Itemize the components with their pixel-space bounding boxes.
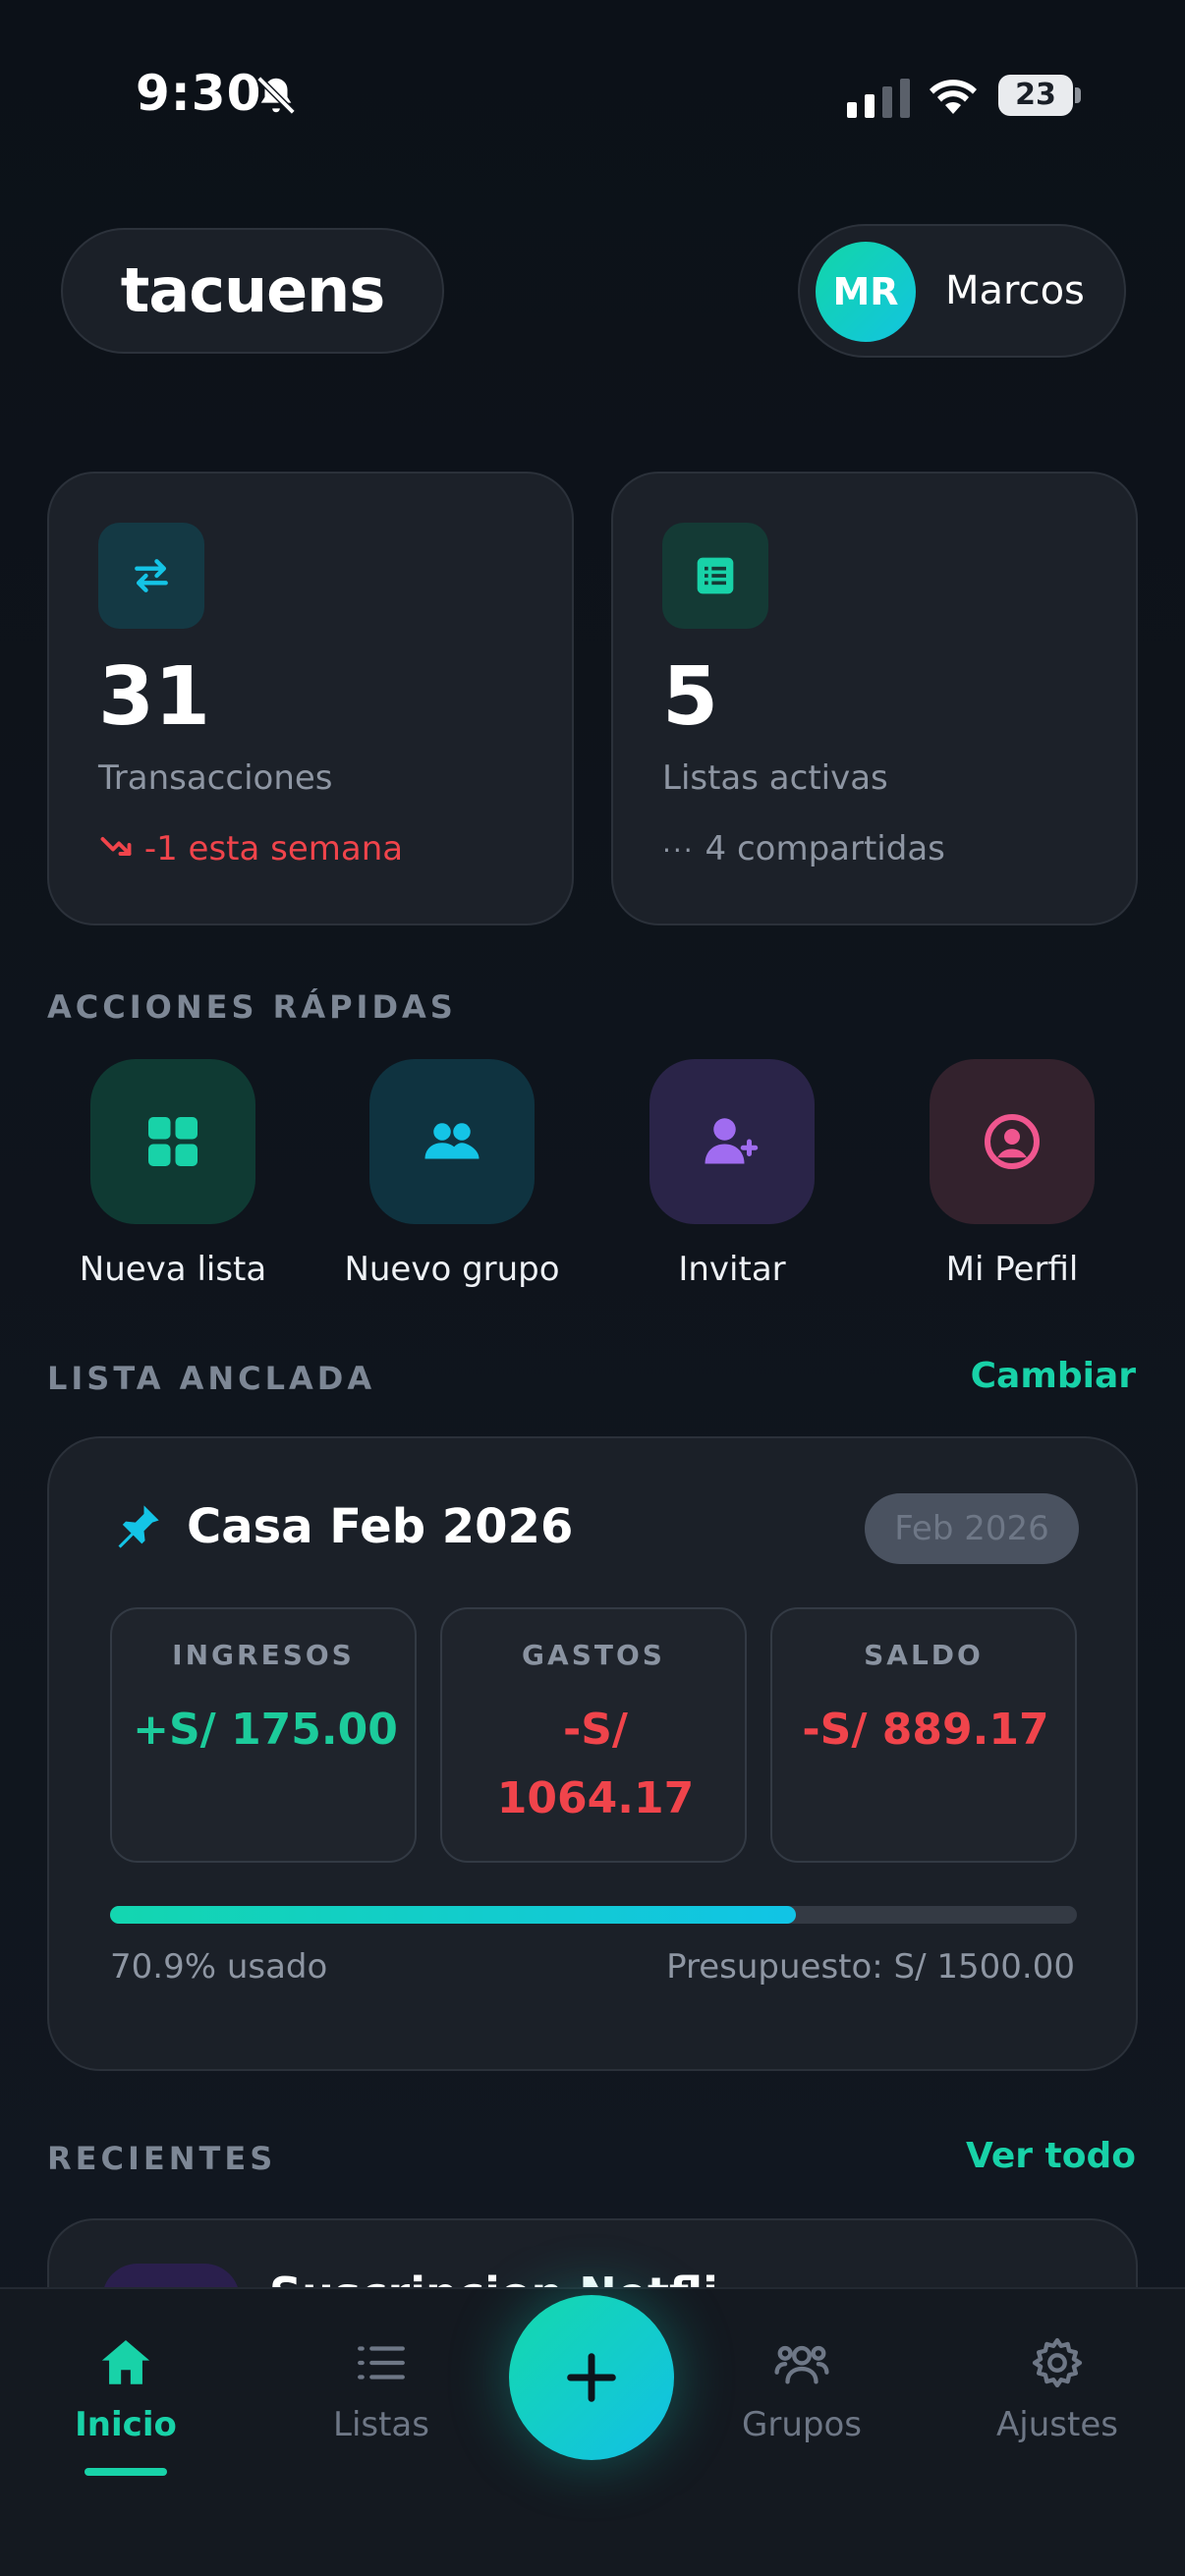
pinned-list-card[interactable]: Casa Feb 2026 Feb 2026 INGRESOS +S/ 175.… [47,1436,1138,2071]
nav-settings-label: Ajustes [996,2405,1118,2444]
recent-title: RECIENTES [47,2140,277,2177]
expenses-box: GASTOS -S/ 1064.17 [440,1607,747,1863]
list-lines-icon [358,2346,405,2380]
transactions-count: 31 [98,650,211,744]
budget-total-text: Presupuesto: S/ 1500.00 [666,1947,1075,1987]
more-dots-icon: ··· [662,834,695,867]
pin-icon [118,1505,159,1548]
group-icon [424,1123,480,1159]
new-list-button[interactable]: Nueva lista [45,1059,301,1305]
nav-lists-label: Listas [333,2405,429,2444]
transactions-card[interactable]: 31 Transacciones -1 esta semana [47,472,574,925]
user-plus-icon [705,1118,759,1164]
trend-down-icon [100,837,132,856]
grid-icon [148,1117,198,1166]
expenses-value-currency: -S/ [562,1705,629,1755]
home-icon [101,2340,150,2384]
expenses-value-amount: 1064.17 [496,1773,695,1823]
my-profile-label: Mi Perfil [945,1250,1079,1289]
see-all-link[interactable]: Ver todo [966,2136,1136,2176]
my-profile-button[interactable]: Mi Perfil [884,1059,1140,1305]
invite-tile [649,1059,815,1224]
balance-value: -S/ 889.17 [802,1705,1049,1755]
budget-progress-fill [110,1906,796,1924]
new-list-tile [90,1059,255,1224]
list-icon [697,557,734,594]
gear-icon [1032,2337,1083,2388]
new-group-label: Nuevo grupo [344,1250,560,1289]
nav-settings[interactable]: Ajustes [959,2334,1156,2444]
nav-active-indicator [85,2468,167,2476]
nav-lists[interactable]: Listas [283,2334,480,2444]
invite-label: Invitar [678,1250,786,1289]
quick-actions-title: ACCIONES RÁPIDAS [47,988,457,1026]
change-pinned-link[interactable]: Cambiar [971,1356,1136,1396]
transactions-change-text: -1 esta semana [143,829,404,868]
month-badge: Feb 2026 [865,1493,1079,1564]
logo-text: tacuens [120,254,385,326]
transfer-icon-tile [98,523,204,629]
status-time: 9:30 [136,65,262,122]
active-lists-count: 5 [662,650,719,744]
invite-button[interactable]: Invitar [604,1059,860,1305]
shared-lists: ··· 4 compartidas [662,829,945,868]
active-lists-card[interactable]: 5 Listas activas ··· 4 compartidas [611,472,1138,925]
plus-icon [567,2353,616,2402]
budget-progress-bar [110,1906,1077,1924]
budget-used-text: 70.9% usado [110,1947,328,1987]
list-icon-tile [662,523,768,629]
battery-level: 23 [1015,78,1056,112]
status-bar: 9:30 23 [0,0,1185,196]
active-lists-label: Listas activas [662,758,888,798]
battery-indicator: 23 [998,75,1081,116]
balance-label: SALDO [864,1639,984,1671]
avatar: MR [816,242,916,342]
user-name: Marcos [945,268,1085,313]
nav-home-label: Inicio [75,2405,177,2444]
nav-groups[interactable]: Grupos [704,2334,900,2444]
signal-icon [847,79,910,118]
groups-icon [774,2345,829,2384]
new-group-tile [369,1059,535,1224]
pinned-list-name: Casa Feb 2026 [187,1499,574,1554]
add-transaction-button[interactable] [509,2295,674,2460]
transactions-label: Transacciones [98,758,333,798]
nav-groups-label: Grupos [742,2405,862,2444]
shared-lists-text: 4 compartidas [705,829,945,868]
expenses-label: GASTOS [522,1639,665,1671]
wifi-icon [930,80,977,114]
new-list-label: Nueva lista [79,1250,267,1289]
my-profile-tile [930,1059,1095,1224]
nav-home[interactable]: Inicio [28,2334,224,2444]
transfer-icon [135,559,168,592]
user-profile-button[interactable]: MR Marcos [798,224,1126,358]
bell-off-icon [256,76,296,115]
profile-icon [985,1114,1040,1169]
new-group-button[interactable]: Nuevo grupo [324,1059,580,1305]
income-value: +S/ 175.00 [133,1705,398,1755]
transactions-change: -1 esta semana [98,829,403,868]
expenses-value: -S/ 1064.17 [452,1696,739,1833]
balance-box: SALDO -S/ 889.17 [770,1607,1077,1863]
income-box: INGRESOS +S/ 175.00 [110,1607,417,1863]
income-label: INGRESOS [172,1639,355,1671]
pinned-list-title: LISTA ANCLADA [47,1360,376,1397]
home-screen: 9:30 23 tacuens MR Marcos 31 Transaccion… [0,0,1185,2576]
app-logo: tacuens [61,228,444,354]
battery-tip [1075,87,1081,103]
